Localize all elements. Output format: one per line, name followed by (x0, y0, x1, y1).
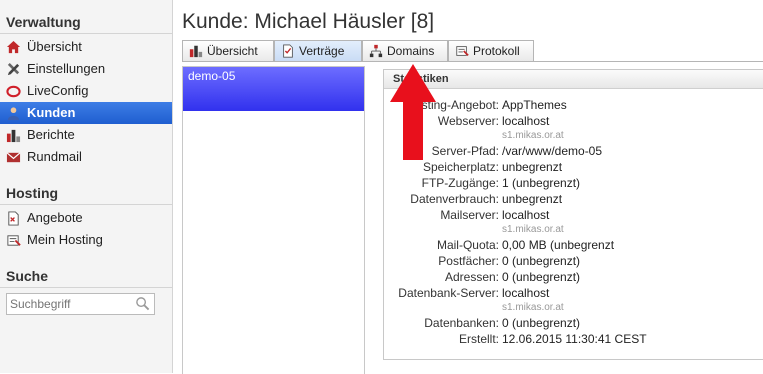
bar-chart-icon (6, 129, 21, 143)
stats-row: Datenverbrauch: unbegrenzt (384, 191, 763, 207)
sidebar-item-angebote[interactable]: Angebote (0, 207, 172, 229)
sidebar-item-label: Rundmail (27, 149, 82, 164)
stats-panel: Statistiken Hosting-Angebot:AppThemesWeb… (383, 69, 763, 360)
stats-row: Postfächer: 0 (unbegrenzt) (384, 253, 763, 269)
stats-value: unbegrenzt (502, 160, 563, 174)
stats-row: s1.mikas.or.at (384, 301, 763, 315)
log-icon (456, 46, 469, 56)
stats-value: 12.06.2015 11:30:41 CEST (502, 332, 647, 346)
tab-label: Protokoll (473, 44, 520, 58)
contract-icon (283, 44, 293, 58)
stats-value: 1 (unbegrenzt) (502, 176, 581, 190)
hosting-icon (7, 235, 21, 246)
sidebar-item-label: Angebote (27, 210, 83, 225)
stats-row: Adressen: 0 (unbegrenzt) (384, 269, 763, 285)
stats-value: 0 (unbegrenzt) (502, 270, 581, 284)
list-item[interactable]: demo-05 (183, 67, 364, 111)
sidebar-item-uebersicht[interactable]: Übersicht (0, 36, 172, 58)
stats-value: s1.mikas.or.at (502, 224, 564, 235)
tab-divider (182, 61, 763, 62)
page-title: Kunde: Michael Häusler [8] (182, 10, 435, 33)
sidebar-item-liveconfig[interactable]: LiveConfig (0, 80, 172, 102)
tab-uebersicht[interactable]: Übersicht (182, 40, 274, 61)
stats-label: Adressen: (444, 270, 499, 284)
stats-heading: Statistiken (384, 70, 763, 89)
section-heading-hosting: Hosting (0, 182, 172, 205)
tab-protokoll[interactable]: Protokoll (448, 40, 534, 61)
user-icon (7, 107, 20, 121)
stats-value: localhost (502, 114, 550, 128)
stats-value: localhost (502, 286, 550, 300)
stats-value: AppThemes (502, 98, 567, 112)
stats-row: Hosting-Angebot: AppThemes (384, 97, 763, 113)
stats-label: Datenbanken: (424, 316, 499, 330)
stats-value: s1.mikas.or.at (502, 130, 564, 141)
sidebar-item-kunden[interactable]: Kunden (0, 102, 172, 124)
stats-label: Datenbank-Server: (398, 286, 499, 300)
stats-row: s1.mikas.or.at (384, 129, 763, 143)
sidebar: Verwaltung Übersicht Einstellungen LiveC… (0, 0, 173, 373)
sidebar-item-mein-hosting[interactable]: Mein Hosting (0, 229, 172, 251)
stats-row: Datenbank-Server: localhost (384, 285, 763, 301)
search-box (6, 293, 155, 315)
stats-row: Server-Pfad:/var/www/demo-05 (384, 143, 763, 159)
contract-list: demo-05 (182, 66, 365, 374)
stats-row: Datenbanken: 0 (unbegrenzt) (384, 315, 763, 331)
stats-value: s1.mikas.or.at (502, 302, 564, 313)
mail-icon (6, 152, 21, 163)
tools-icon (7, 62, 20, 76)
tab-vertraege[interactable]: Verträge (274, 40, 362, 61)
stats-value: /var/www/demo-05 (502, 144, 603, 158)
stats-value: unbegrenzt (502, 192, 563, 206)
stats-label: FTP-Zugänge: (421, 176, 499, 190)
stats-label: Mailserver: (440, 208, 499, 222)
sidebar-item-label: LiveConfig (27, 83, 89, 98)
sidebar-item-label: Mein Hosting (27, 232, 103, 247)
stats-row: Erstellt: 12.06.2015 11:30:41 CEST (384, 331, 763, 347)
stats-row: Speicherplatz: unbegrenzt (384, 159, 763, 175)
sidebar-item-label: Übersicht (27, 39, 82, 54)
document-icon (8, 211, 19, 226)
section-heading-verwaltung: Verwaltung (0, 11, 172, 34)
tab-domains[interactable]: Domains (362, 40, 448, 61)
search-icon[interactable] (135, 296, 150, 311)
tab-label: Verträge (299, 44, 345, 58)
liveconfig-icon (6, 85, 21, 98)
bar-chart-icon (189, 45, 203, 58)
stats-value: 0 (unbegrenzt) (502, 316, 581, 330)
sidebar-item-berichte[interactable]: Berichte (0, 124, 172, 146)
sidebar-item-rundmail[interactable]: Rundmail (0, 146, 172, 168)
stats-label: Webserver: (437, 114, 499, 128)
search-input[interactable] (7, 294, 133, 314)
sidebar-item-einstellungen[interactable]: Einstellungen (0, 58, 172, 80)
stats-row: FTP-Zugänge: 1 (unbegrenzt) (384, 175, 763, 191)
stats-label: Postfächer: (438, 254, 499, 268)
red-arrow (390, 64, 436, 160)
stats-value: 0,00 MB (unbegrenzt (502, 238, 615, 252)
stats-label: Server-Pfad: (431, 144, 499, 158)
tab-label: Domains (387, 44, 435, 58)
stats-row: Mail-Quota: 0,00 MB (unbegrenzt (384, 237, 763, 253)
sidebar-item-label: Einstellungen (27, 61, 106, 76)
stats-value: localhost (502, 208, 550, 222)
stats-row: Mailserver: localhost (384, 207, 763, 223)
stats-row: Webserver: localhost (384, 113, 763, 129)
stats-value: 0 (unbegrenzt) (502, 254, 581, 268)
stats-label: Mail-Quota: (436, 238, 499, 252)
sidebar-item-label: Kunden (27, 105, 76, 120)
tab-label: Übersicht (207, 44, 258, 58)
home-icon (6, 40, 21, 54)
stats-body: Hosting-Angebot: AppThemes Webserver: local… (384, 89, 763, 347)
stats-label: Datenverbrauch: (410, 192, 499, 206)
section-heading-suche: Suche (0, 265, 172, 288)
stats-label: Erstellt: (458, 332, 499, 346)
stats-row: s1.mikas.or.at (384, 223, 763, 237)
network-icon (369, 44, 383, 58)
sidebar-item-label: Berichte (27, 127, 75, 142)
